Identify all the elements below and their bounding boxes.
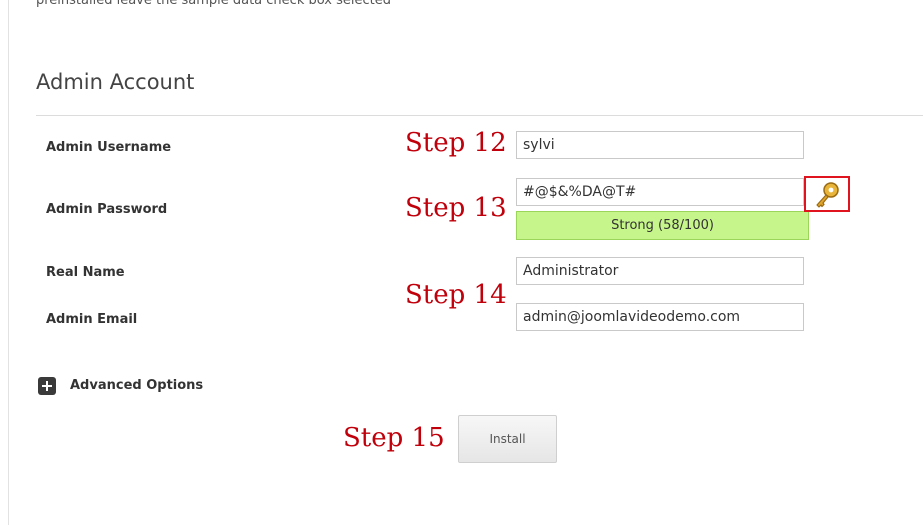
admin-email-label: Admin Email (46, 312, 138, 327)
step-12-annotation: Step 12 (405, 128, 507, 158)
step-15-annotation: Step 15 (343, 423, 445, 453)
real-name-input[interactable]: Administrator (516, 257, 804, 285)
admin-username-input[interactable]: sylvi (516, 131, 804, 159)
plus-icon (38, 377, 56, 395)
admin-password-input[interactable]: #@$&%DA@T# (516, 178, 804, 206)
instruction-text: preinstalled leave the sample data check… (36, 0, 391, 8)
password-strength-meter: Strong (58/100) (516, 211, 809, 240)
install-button[interactable]: Install (458, 415, 557, 463)
admin-username-label: Admin Username (46, 140, 172, 155)
step-13-annotation: Step 13 (405, 193, 507, 223)
admin-email-input[interactable]: admin@joomlavideodemo.com (516, 303, 804, 331)
install-page: preinstalled leave the sample data check… (0, 0, 923, 525)
section-divider (36, 115, 923, 116)
real-name-label: Real Name (46, 265, 125, 280)
left-border (8, 0, 9, 525)
key-icon (816, 182, 839, 208)
admin-password-label: Admin Password (46, 202, 168, 217)
advanced-options-label: Advanced Options (70, 378, 204, 393)
section-title: Admin Account (36, 70, 195, 94)
generate-password-button[interactable] (804, 176, 850, 212)
step-14-annotation: Step 14 (405, 280, 507, 310)
